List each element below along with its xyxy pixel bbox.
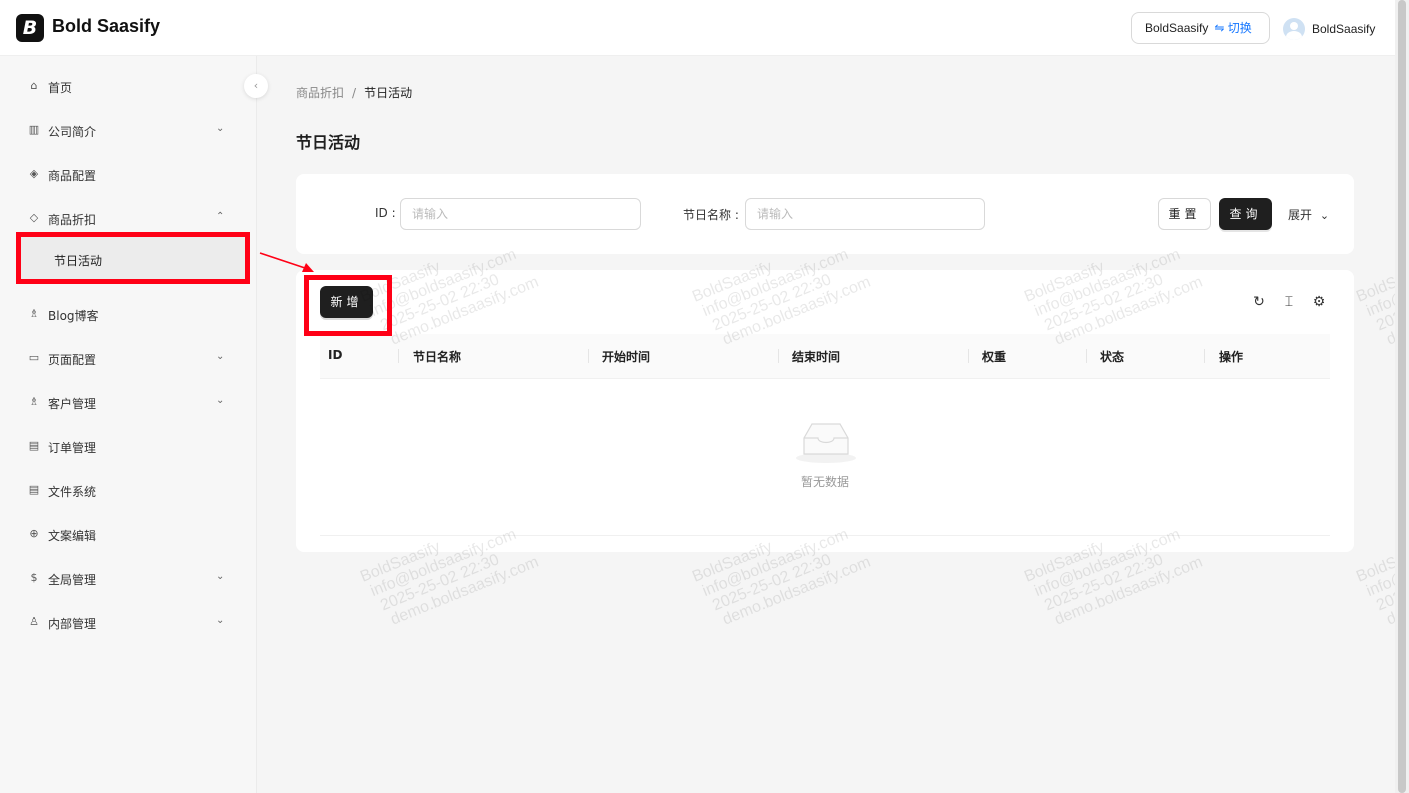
avatar[interactable] bbox=[1283, 18, 1305, 40]
sidebar: ⌂ 首页 ▥ 公司简介 ⌄ ◈ 商品配置 ◇ 商品折扣 ⌃ ♗ Blog博客 ▭ 页面配置 ⌄ ♗ 客户管理 ⌄ ▤… bbox=[0, 56, 257, 793]
expand-label: 展开 bbox=[1288, 208, 1313, 222]
app-name: Bold Saasify bbox=[52, 16, 161, 36]
sidebar-subitem-label: 节日活动 bbox=[54, 254, 103, 268]
watermark-line: demo.boldsaasify.com bbox=[1052, 553, 1206, 629]
sidebar-item[interactable]: ♗ 客户管理 ⌄ bbox=[0, 383, 256, 423]
sidebar-item[interactable]: ◈ 商品配置 bbox=[0, 155, 256, 195]
empty-state-text: 暂无数据 bbox=[801, 475, 850, 489]
breadcrumb-current: 节日活动 bbox=[364, 86, 413, 100]
expand-toggle[interactable]: 展开 ⌄ bbox=[1288, 206, 1329, 223]
column-divider bbox=[1086, 349, 1087, 363]
file-icon: ▤ bbox=[28, 483, 40, 496]
chevron-down-icon: ⌄ bbox=[216, 615, 225, 626]
reload-icon[interactable]: ↻ bbox=[1251, 294, 1267, 310]
id-field-label: ID : bbox=[375, 206, 396, 220]
column-header-name: 节日名称 bbox=[413, 350, 462, 364]
name-input[interactable]: 请输入 bbox=[745, 198, 985, 230]
chevron-down-icon: ⌄ bbox=[216, 351, 225, 362]
sidebar-item-label: 内部管理 bbox=[48, 617, 97, 631]
sidebar-item-label: 商品配置 bbox=[48, 169, 97, 183]
chevron-down-icon: ⌄ bbox=[216, 123, 225, 134]
table-panel bbox=[296, 270, 1354, 552]
settings-icon[interactable]: ⚙ bbox=[1311, 294, 1327, 310]
column-header-end-time: 结束时间 bbox=[792, 350, 841, 364]
column-divider bbox=[968, 349, 969, 363]
sidebar-subitem-active[interactable]: 节日活动 bbox=[18, 236, 249, 283]
sidebar-item-label: 公司简介 bbox=[48, 125, 97, 139]
column-header-id: ID bbox=[328, 348, 343, 362]
chevron-up-icon: ⌃ bbox=[216, 211, 225, 222]
empty-inbox-icon bbox=[796, 423, 856, 463]
breadcrumb-separator: / bbox=[352, 86, 357, 100]
tenant-switch-button[interactable]: BoldSaasify ⇋ 切换 bbox=[1131, 12, 1270, 44]
sidebar-item-label: 文件系统 bbox=[48, 485, 97, 499]
column-divider bbox=[1204, 349, 1205, 363]
sidebar-item[interactable]: ♙ 内部管理 ⌄ bbox=[0, 603, 256, 643]
sidebar-item[interactable]: ▤ 订单管理 bbox=[0, 427, 256, 467]
top-header: B Bold Saasify BoldSaasify ⇋ 切换 BoldSaasi… bbox=[0, 0, 1395, 56]
watermark-line: demo.boldsaasify.com bbox=[388, 553, 542, 629]
reset-button[interactable]: 重置 bbox=[1158, 198, 1211, 230]
users-icon: ♗ bbox=[29, 307, 39, 320]
globe-icon: ⊕ bbox=[29, 527, 39, 540]
app-root: B Bold Saasify BoldSaasify ⇋ 切换 BoldSaasi… bbox=[0, 0, 1409, 793]
logo-icon: B bbox=[16, 14, 44, 42]
sidebar-item-label: Blog博客 bbox=[48, 309, 99, 323]
column-header-actions: 操作 bbox=[1219, 350, 1244, 364]
switch-link[interactable]: ⇋ 切换 bbox=[1214, 21, 1251, 35]
breadcrumb-parent[interactable]: 商品折扣 bbox=[296, 86, 344, 100]
watermark-line: demo.boldsaasify.com bbox=[720, 553, 874, 629]
name-field-label: 节日名称 : bbox=[683, 208, 739, 222]
user-name[interactable]: BoldSaasify bbox=[1312, 22, 1375, 36]
sidebar-item-label: 订单管理 bbox=[48, 441, 97, 455]
sidebar-item[interactable]: ⌂ 首页 bbox=[0, 67, 256, 107]
sidebar-item[interactable]: ♗ Blog博客 bbox=[0, 295, 256, 335]
tag-icon: ◇ bbox=[29, 211, 39, 224]
sidebar-item[interactable]: ▥ 公司简介 ⌄ bbox=[0, 111, 256, 151]
team-icon: ♗ bbox=[29, 395, 39, 408]
watermark-line: BoldSaasify bbox=[1354, 274, 1409, 306]
sidebar-item[interactable]: ▤ 文件系统 bbox=[0, 471, 256, 511]
sidebar-item-label: 商品折扣 bbox=[48, 213, 97, 227]
sidebar-item[interactable]: ◇ 商品折扣 ⌃ bbox=[0, 199, 256, 239]
tenant-name: BoldSaasify bbox=[1145, 21, 1209, 35]
column-header-weight: 权重 bbox=[982, 350, 1007, 364]
page-title: 节日活动 bbox=[296, 133, 361, 152]
table-divider bbox=[320, 535, 1330, 536]
chevron-down-icon: ⌄ bbox=[216, 395, 225, 406]
table-header: ID 节日名称 开始时间 结束时间 权重 状态 操作 bbox=[320, 334, 1330, 379]
column-header-status: 状态 bbox=[1100, 350, 1125, 364]
sidebar-item[interactable]: ⊕ 文案编辑 bbox=[0, 515, 256, 555]
sidebar-item-label: 文案编辑 bbox=[48, 529, 97, 543]
sidebar-item[interactable]: ▭ 页面配置 ⌄ bbox=[0, 339, 256, 379]
page-scrollbar-thumb[interactable] bbox=[1398, 0, 1406, 793]
add-button[interactable]: 新增 bbox=[320, 286, 373, 318]
sidebar-item-label: 全局管理 bbox=[48, 573, 97, 587]
id-input[interactable]: 请输入 bbox=[400, 198, 641, 230]
column-divider bbox=[398, 349, 399, 363]
sidebar-collapse-button[interactable]: ‹ bbox=[244, 74, 268, 98]
home-icon: ⌂ bbox=[30, 79, 38, 92]
watermark-line: BoldSaasify bbox=[1354, 554, 1409, 586]
sidebar-item[interactable]: $ 全局管理 ⌄ bbox=[0, 559, 256, 599]
box-icon: ◈ bbox=[29, 167, 39, 180]
breadcrumb: 商品折扣 / 节日活动 bbox=[296, 84, 412, 101]
column-header-start-time: 开始时间 bbox=[602, 350, 651, 364]
sidebar-item-label: 客户管理 bbox=[48, 397, 97, 411]
chevron-down-icon: ⌄ bbox=[1319, 209, 1330, 222]
sidebar-item-label: 首页 bbox=[48, 81, 73, 95]
column-divider bbox=[588, 349, 589, 363]
dollar-icon: $ bbox=[30, 571, 38, 584]
order-icon: ▤ bbox=[28, 439, 40, 452]
density-icon[interactable]: ⌶ bbox=[1281, 294, 1297, 310]
sidebar-item-label: 页面配置 bbox=[48, 353, 97, 367]
chevron-down-icon: ⌄ bbox=[216, 571, 225, 582]
query-button[interactable]: 查询 bbox=[1219, 198, 1272, 230]
building-icon: ▥ bbox=[28, 123, 40, 136]
column-divider bbox=[778, 349, 779, 363]
monitor-icon: ▭ bbox=[28, 351, 40, 364]
user-icon: ♙ bbox=[29, 615, 39, 628]
